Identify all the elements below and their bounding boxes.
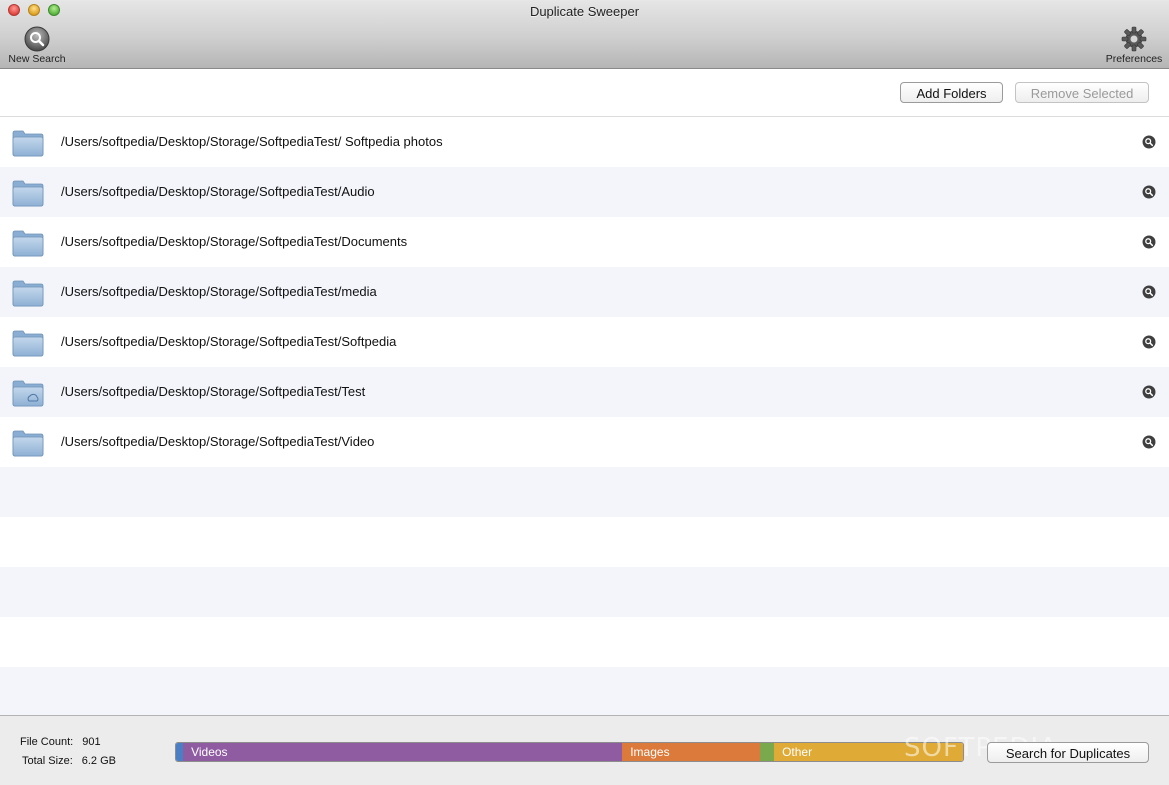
empty-row [0, 567, 1169, 617]
folder-actions-bar: Add Folders Remove Selected [0, 69, 1169, 117]
file-count: File Count: 901 [20, 736, 101, 748]
file-type-segment [759, 743, 775, 761]
status-bar: File Count: 901 Total Size: 6.2 GB Videos I… [0, 715, 1169, 785]
folder-path: /Users/softpedia/Desktop/Storage/Softped… [61, 334, 397, 349]
cloud-folder-icon [12, 379, 44, 412]
folder-row[interactable]: /Users/softpedia/Desktop/Storage/Softped… [0, 167, 1169, 217]
file-type-segment [176, 743, 184, 761]
empty-row [0, 517, 1169, 567]
app-window: Duplicate Sweeper New Search Preferences… [0, 0, 1169, 785]
file-count-label: File Count: [20, 736, 74, 748]
new-search-button[interactable]: New Search [6, 26, 68, 65]
folder-path: /Users/softpedia/Desktop/Storage/Softped… [61, 434, 375, 449]
folder-list[interactable]: /Users/softpedia/Desktop/Storage/Softped… [0, 117, 1169, 715]
reveal-in-finder-icon[interactable] [1142, 235, 1156, 254]
preferences-button[interactable]: Preferences [1103, 26, 1165, 65]
folder-icon [12, 279, 44, 312]
total-size: Total Size: 6.2 GB [22, 755, 116, 767]
folder-icon [12, 429, 44, 462]
file-type-label: Videos [191, 745, 228, 759]
reveal-in-finder-icon[interactable] [1142, 335, 1156, 354]
file-type-breakdown-bar: Videos Images Other [175, 742, 964, 762]
reveal-in-finder-icon[interactable] [1142, 185, 1156, 204]
folder-row[interactable]: /Users/softpedia/Desktop/Storage/Softped… [0, 317, 1169, 367]
folder-path: /Users/softpedia/Desktop/Storage/Softped… [61, 234, 408, 249]
file-type-label: Images [630, 745, 670, 759]
reveal-in-finder-icon[interactable] [1142, 285, 1156, 304]
add-folders-button[interactable]: Add Folders [900, 82, 1003, 103]
file-type-segment: Images [622, 743, 760, 761]
gear-icon [1121, 26, 1147, 52]
folder-path: /Users/softpedia/Desktop/Storage/Softped… [61, 384, 366, 399]
folder-row[interactable]: /Users/softpedia/Desktop/Storage/Softped… [0, 267, 1169, 317]
magnifier-icon [24, 26, 50, 52]
reveal-in-finder-icon[interactable] [1142, 435, 1156, 454]
file-type-segment: Videos [183, 743, 623, 761]
folder-row[interactable]: /Users/softpedia/Desktop/Storage/Softped… [0, 367, 1169, 417]
main-content: Add Folders Remove Selected /Users/softp… [0, 69, 1169, 715]
folder-row[interactable]: /Users/softpedia/Desktop/Storage/Softped… [0, 117, 1169, 167]
preferences-label: Preferences [1105, 53, 1163, 65]
folder-icon [12, 179, 44, 212]
folder-path: /Users/softpedia/Desktop/Storage/Softped… [61, 184, 375, 199]
folder-path: /Users/softpedia/Desktop/Storage/Softped… [61, 134, 443, 149]
empty-row [0, 667, 1169, 715]
empty-row [0, 467, 1169, 517]
total-size-value: 6.2 GB [81, 755, 116, 767]
empty-row [0, 617, 1169, 667]
reveal-in-finder-icon[interactable] [1142, 135, 1156, 154]
remove-selected-button[interactable]: Remove Selected [1015, 82, 1149, 103]
new-search-label: New Search [8, 53, 66, 65]
folder-icon [12, 229, 44, 262]
folder-path: /Users/softpedia/Desktop/Storage/Softped… [61, 284, 377, 299]
folder-row[interactable]: /Users/softpedia/Desktop/Storage/Softped… [0, 217, 1169, 267]
total-size-label: Total Size: [22, 755, 73, 767]
search-for-duplicates-button[interactable]: Search for Duplicates [987, 742, 1149, 763]
title-toolbar: Duplicate Sweeper New Search Preferences [0, 0, 1169, 69]
folder-icon [12, 329, 44, 362]
reveal-in-finder-icon[interactable] [1142, 385, 1156, 404]
file-type-label: Other [782, 745, 813, 759]
folder-row[interactable]: /Users/softpedia/Desktop/Storage/Softped… [0, 417, 1169, 467]
window-title: Duplicate Sweeper [529, 4, 640, 19]
folder-icon [12, 129, 44, 162]
file-type-segment: Other [774, 743, 963, 761]
file-count-value: 901 [82, 736, 101, 748]
